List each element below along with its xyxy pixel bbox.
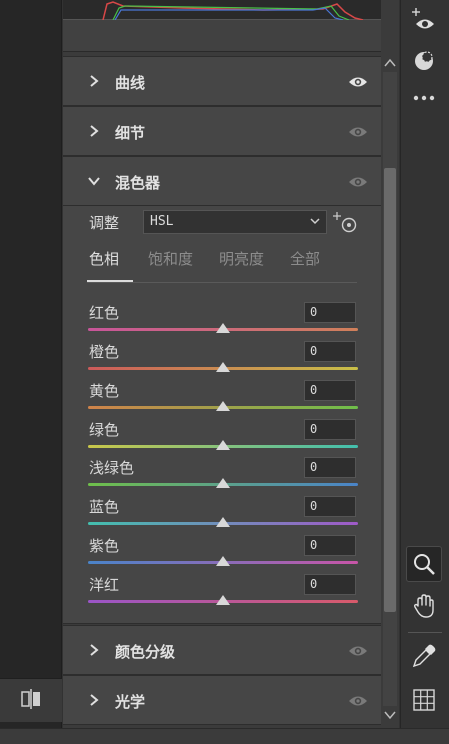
slider-value-input[interactable]: 0 — [304, 419, 356, 440]
slider-value-input[interactable]: 0 — [304, 380, 356, 401]
chevron-down-icon — [88, 177, 100, 186]
slider-label: 紫色 — [89, 537, 120, 555]
slider-value-input[interactable]: 0 — [304, 535, 356, 556]
slider-label: 浅绿色 — [89, 459, 135, 477]
section-optics[interactable]: 光学 — [63, 675, 381, 725]
section-curves[interactable]: 曲线 — [63, 56, 381, 106]
before-after-icon — [19, 688, 43, 714]
eye-icon[interactable] — [347, 173, 369, 191]
eye-icon[interactable] — [347, 692, 369, 710]
section-color-grading[interactable]: 颜色分级 — [63, 625, 381, 675]
slider-value-input[interactable]: 0 — [304, 574, 356, 595]
slider-aqua: 浅绿色 0 — [63, 457, 381, 495]
histogram — [63, 0, 381, 21]
section-title: 颜色分级 — [115, 643, 176, 661]
targeted-adjustment-icon[interactable] — [333, 210, 359, 236]
slider-value-input[interactable]: 0 — [304, 341, 356, 362]
slider-blue: 蓝色 0 — [63, 496, 381, 534]
tab-hue[interactable]: 色相 — [89, 248, 119, 269]
adjust-label: 调整 — [89, 214, 120, 232]
eye-add-tool[interactable] — [406, 2, 442, 38]
tool-divider — [408, 632, 442, 633]
grid-icon — [413, 689, 435, 711]
slider-label: 蓝色 — [89, 498, 120, 516]
slider-thumb[interactable] — [216, 440, 230, 450]
slider-orange: 橙色 0 — [63, 341, 381, 379]
section-title: 细节 — [115, 124, 146, 142]
slider-red: 红色 0 — [63, 302, 381, 340]
section-title: 光学 — [115, 693, 146, 711]
slider-label: 橙色 — [89, 343, 120, 361]
heal-icon — [415, 51, 433, 70]
slider-thumb[interactable] — [216, 362, 230, 372]
chevron-right-icon — [90, 644, 99, 656]
scrollbar-thumb[interactable] — [384, 168, 396, 612]
scroll-up-icon[interactable] — [383, 56, 397, 70]
chevron-right-icon — [90, 694, 99, 706]
eye-add-icon — [412, 8, 434, 29]
eyedropper-icon — [412, 644, 436, 668]
hand-tool[interactable] — [406, 588, 442, 624]
slider-thumb[interactable] — [216, 556, 230, 566]
slider-thumb[interactable] — [216, 595, 230, 605]
tab-saturation[interactable]: 饱和度 — [148, 248, 193, 269]
eye-icon[interactable] — [347, 123, 369, 141]
slider-value-input[interactable]: 0 — [304, 496, 356, 517]
slider-label: 洋红 — [89, 576, 120, 594]
eye-icon[interactable] — [347, 642, 369, 660]
slider-value-input[interactable]: 0 — [304, 457, 356, 478]
slider-label: 黄色 — [89, 382, 120, 400]
eyedropper-tool[interactable] — [406, 638, 442, 674]
more-tool[interactable] — [406, 80, 442, 116]
slider-magenta: 洋红 0 — [63, 574, 381, 612]
more-icon — [413, 95, 435, 101]
slider-green: 绿色 0 — [63, 419, 381, 457]
slider-thumb[interactable] — [216, 517, 230, 527]
heal-tool[interactable] — [406, 42, 442, 78]
tab-all[interactable]: 全部 — [290, 248, 320, 269]
tab-luminance[interactable]: 明亮度 — [219, 248, 264, 269]
scroll-down-icon[interactable] — [383, 708, 397, 722]
edit-panel: 曲线 细节 混色器 调整 HSL 色相 饱和度 明亮度 全部 红色 0 橙色 0 — [63, 0, 381, 728]
slider-purple: 紫色 0 — [63, 535, 381, 573]
slider-value-input[interactable]: 0 — [304, 302, 356, 323]
zoom-tool[interactable] — [406, 546, 442, 582]
slider-label: 红色 — [89, 304, 120, 322]
chevron-right-icon — [90, 75, 99, 87]
chevron-right-icon — [90, 125, 99, 137]
section-title: 曲线 — [115, 74, 146, 92]
adjust-dropdown[interactable]: HSL — [143, 210, 327, 234]
eye-icon[interactable] — [347, 73, 369, 91]
section-title: 混色器 — [115, 174, 161, 192]
compare-view-button[interactable] — [0, 678, 62, 722]
chevron-down-icon — [310, 218, 320, 225]
status-bar — [0, 728, 449, 744]
section-mixer[interactable]: 混色器 — [63, 156, 381, 206]
slider-thumb[interactable] — [216, 478, 230, 488]
slider-thumb[interactable] — [216, 401, 230, 411]
grid-tool[interactable] — [406, 682, 442, 718]
filmstrip-edge — [0, 0, 62, 744]
adjust-value: HSL — [150, 214, 174, 229]
slider-label: 绿色 — [89, 421, 120, 439]
zoom-icon — [414, 554, 435, 575]
hand-icon — [413, 594, 434, 618]
section-detail[interactable]: 细节 — [63, 106, 381, 156]
tab-divider — [87, 282, 357, 283]
histogram-toolbar — [63, 20, 381, 52]
slider-yellow: 黄色 0 — [63, 380, 381, 418]
slider-thumb[interactable] — [216, 323, 230, 333]
